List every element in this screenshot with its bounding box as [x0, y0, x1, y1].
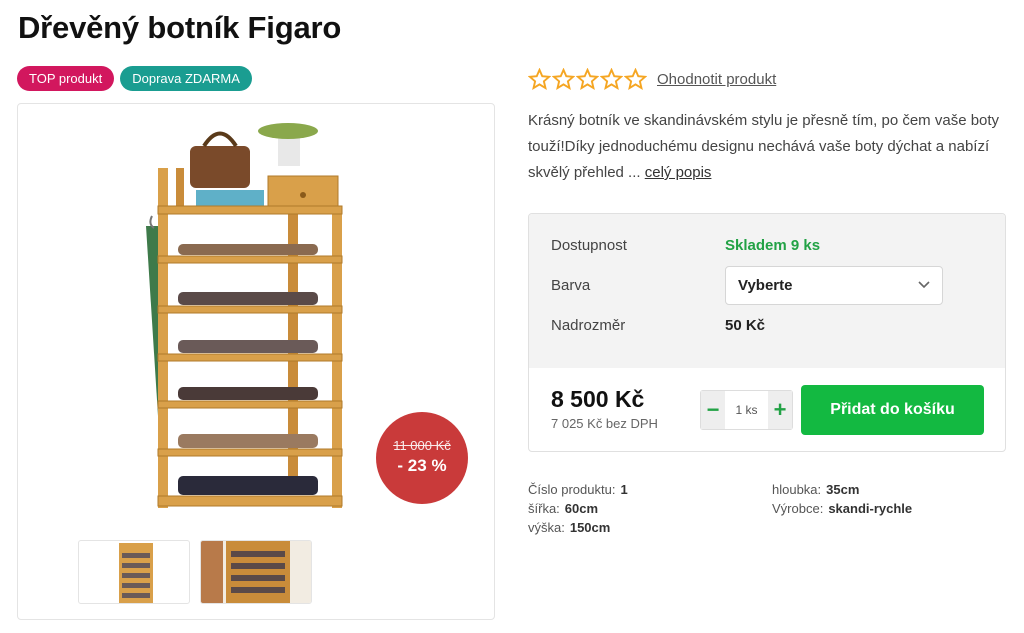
- spec-label: hloubka:: [772, 482, 822, 497]
- spec-value: 1: [620, 482, 628, 497]
- add-to-cart-button[interactable]: Přidat do košíku: [801, 385, 984, 435]
- specs-column-1: Číslo produktu: 1 šířka: 60cm výška: 150cm: [528, 480, 628, 537]
- spec-value: 60cm: [564, 501, 599, 516]
- spec-row: Číslo produktu: 1: [528, 480, 628, 499]
- discount-badge: 11 000 Kč - 23 %: [376, 412, 468, 504]
- description-text: Krásný botník ve skandinávském stylu je …: [528, 112, 1000, 181]
- product-gallery: 11 000 Kč - 23 %: [17, 103, 495, 620]
- thumbnail-2[interactable]: [200, 540, 312, 604]
- oversize-label: Nadrozměr: [551, 317, 626, 334]
- spec-row: šířka: 60cm: [528, 499, 628, 518]
- spec-label: šířka:: [528, 501, 560, 516]
- availability-label: Dostupnost: [551, 237, 627, 254]
- availability-value: Skladem 9 ks: [725, 237, 821, 254]
- quantity-input[interactable]: 1 ks: [725, 391, 768, 429]
- spec-row: Výrobce: skandi-rychle: [772, 499, 912, 518]
- color-label: Barva: [551, 277, 591, 294]
- price: 8 500 Kč: [551, 386, 645, 412]
- discount-percent: - 23 %: [397, 456, 447, 475]
- badges: TOP produkt Doprava ZDARMA: [17, 66, 252, 91]
- spec-label: Číslo produktu:: [528, 482, 616, 497]
- star-icon[interactable]: [624, 68, 647, 91]
- product-description: Krásný botník ve skandinávském stylu je …: [528, 108, 1008, 186]
- rating: Ohodnotit produkt: [528, 68, 776, 91]
- purchase-details: Dostupnost Skladem 9 ks Barva Vyberte Na…: [529, 214, 1005, 368]
- badge-top-product: TOP produkt: [17, 66, 115, 91]
- color-select[interactable]: Vyberte: [725, 266, 943, 305]
- star-icon[interactable]: [576, 68, 599, 91]
- badge-free-shipping: Doprava ZDARMA: [120, 66, 252, 91]
- star-icon[interactable]: [600, 68, 623, 91]
- spec-label: Výrobce:: [772, 501, 824, 516]
- star-icon[interactable]: [552, 68, 575, 91]
- spec-row: hloubka: 35cm: [772, 480, 912, 499]
- thumbnail-1[interactable]: [78, 540, 190, 604]
- rate-product-link[interactable]: Ohodnotit produkt: [657, 71, 776, 88]
- spec-row: výška: 150cm: [528, 518, 628, 537]
- color-select-value: Vyberte: [738, 277, 793, 294]
- quantity-plus-button[interactable]: +: [768, 391, 792, 429]
- quantity-minus-button[interactable]: −: [701, 391, 725, 429]
- old-price: 11 000 Kč: [393, 438, 451, 453]
- full-description-link[interactable]: celý popis: [645, 164, 712, 181]
- specs-column-2: hloubka: 35cm Výrobce: skandi-rychle: [772, 480, 912, 518]
- star-icon[interactable]: [528, 68, 551, 91]
- quantity-stepper: − 1 ks +: [700, 390, 793, 430]
- spec-label: výška:: [528, 520, 565, 535]
- product-main-image[interactable]: [128, 116, 368, 516]
- price-without-vat: 7 025 Kč bez DPH: [551, 416, 658, 431]
- chevron-down-icon: [918, 281, 930, 289]
- purchase-box: Dostupnost Skladem 9 ks Barva Vyberte Na…: [528, 213, 1006, 452]
- oversize-value: 50 Kč: [725, 317, 766, 334]
- rating-stars[interactable]: [528, 68, 647, 91]
- spec-value: 35cm: [826, 482, 860, 497]
- spec-value: skandi-rychle: [828, 501, 913, 516]
- spec-value: 150cm: [569, 520, 611, 535]
- page-title: Dřevěný botník Figaro: [18, 10, 342, 45]
